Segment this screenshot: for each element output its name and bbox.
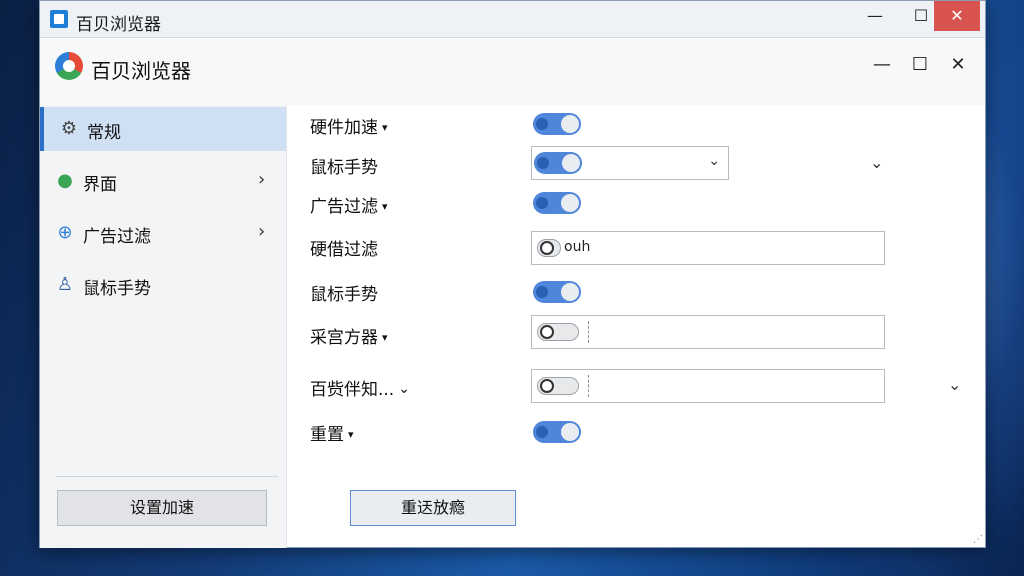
mini-toggle[interactable] xyxy=(537,377,579,395)
settings-content: 硬件加速 ▾ 鼠标手势 ⌄ ⌄ 广告过滤 ▾ 硬借过滤 ouh 鼠标手势 采宫方… xyxy=(288,105,985,548)
filter-input[interactable]: ouh xyxy=(531,231,885,265)
bulb-icon: ● xyxy=(57,170,73,191)
sidebar-divider xyxy=(56,476,278,477)
reset-toggle[interactable] xyxy=(533,421,581,443)
setting-label: 广告过滤 ▾ xyxy=(310,197,388,217)
close-button[interactable]: ✕ xyxy=(934,1,980,31)
app-title: 百贝浏览器 xyxy=(91,59,191,83)
option-field-a[interactable] xyxy=(531,315,885,349)
resize-grip-icon[interactable]: ⋰ xyxy=(973,534,983,545)
mouse-gesture-toggle[interactable] xyxy=(533,281,581,303)
setting-label: 鼠标手势 xyxy=(310,285,378,305)
sidebar-item-label: 鼠标手势 xyxy=(83,279,151,299)
caret-down-icon: ▾ xyxy=(382,121,388,134)
setting-label: 采宫方器 ▾ xyxy=(310,328,388,348)
globe-icon: ⊕ xyxy=(57,222,73,243)
sidebar-item-label: 常规 xyxy=(87,123,121,143)
inner-header: 百贝浏览器 — ☐ ✕ xyxy=(40,39,985,105)
chevron-down-icon[interactable]: ⌄ xyxy=(948,375,961,394)
filter-input-value: ouh xyxy=(564,239,591,255)
gear-icon: ⚙ xyxy=(60,118,78,139)
setting-label: 硬件加速 ▾ xyxy=(310,118,388,138)
sidebar-item-interface[interactable]: ● 界面 › xyxy=(40,159,286,203)
caret-down-icon: ▾ xyxy=(382,200,388,213)
chevron-down-icon: ⌄ xyxy=(708,153,720,169)
chevron-right-icon: › xyxy=(258,169,266,190)
browser-logo-icon xyxy=(55,52,83,80)
setting-label: 鼠标手势 xyxy=(310,158,378,178)
window-title: 百贝浏览器 xyxy=(76,15,161,35)
chevron-down-icon[interactable]: ⌄ xyxy=(870,153,883,172)
gesture-select[interactable]: ⌄ xyxy=(531,146,729,180)
sidebar-item-gestures[interactable]: ♙ 鼠标手势 xyxy=(40,263,286,307)
app-icon xyxy=(50,10,68,28)
text-cursor xyxy=(588,375,589,397)
sidebar-item-general[interactable]: ⚙ 常规 xyxy=(40,107,286,151)
sidebar-item-adfilter[interactable]: ⊕ 广告过滤 › xyxy=(40,211,286,255)
sidebar-item-label: 界面 xyxy=(83,175,117,195)
outer-titlebar: 百贝浏览器 — ☐ ✕ xyxy=(40,1,985,38)
hardware-accel-toggle[interactable] xyxy=(533,113,581,135)
inner-minimize-button[interactable]: — xyxy=(870,53,894,77)
setting-label: 硬借过滤 xyxy=(310,240,378,260)
minimize-button[interactable]: — xyxy=(852,1,898,31)
reset-button[interactable]: 重迗放瘾 xyxy=(350,490,516,526)
chevron-right-icon: › xyxy=(258,221,266,242)
text-cursor xyxy=(588,321,589,343)
inner-close-button[interactable]: ✕ xyxy=(946,53,970,77)
inner-maximize-button[interactable]: ☐ xyxy=(908,53,932,77)
caret-down-icon: ▾ xyxy=(382,331,388,344)
mini-toggle[interactable] xyxy=(537,323,579,341)
mini-toggle[interactable] xyxy=(537,239,561,257)
setting-label: 重置 ▾ xyxy=(310,425,354,445)
ad-filter-toggle[interactable] xyxy=(533,192,581,214)
chevron-down-icon: ⌄ xyxy=(398,381,410,397)
setting-label: 百赀伴知... ⌄ xyxy=(310,380,410,400)
gesture-toggle[interactable] xyxy=(534,152,582,174)
person-icon: ♙ xyxy=(56,274,74,295)
speed-settings-button[interactable]: 设置加速 xyxy=(57,490,267,526)
settings-sidebar: ⚙ 常规 ● 界面 › ⊕ 广告过滤 › ♙ 鼠标手势 设置加速 xyxy=(40,105,287,548)
browser-window: 百贝浏览器 — ☐ ✕ 百贝浏览器 — ☐ ✕ ⚙ 常规 ● 界面 › ⊕ 广告… xyxy=(39,0,986,548)
sidebar-item-label: 广告过滤 xyxy=(83,227,151,247)
caret-down-icon: ▾ xyxy=(348,428,354,441)
option-field-b[interactable] xyxy=(531,369,885,403)
